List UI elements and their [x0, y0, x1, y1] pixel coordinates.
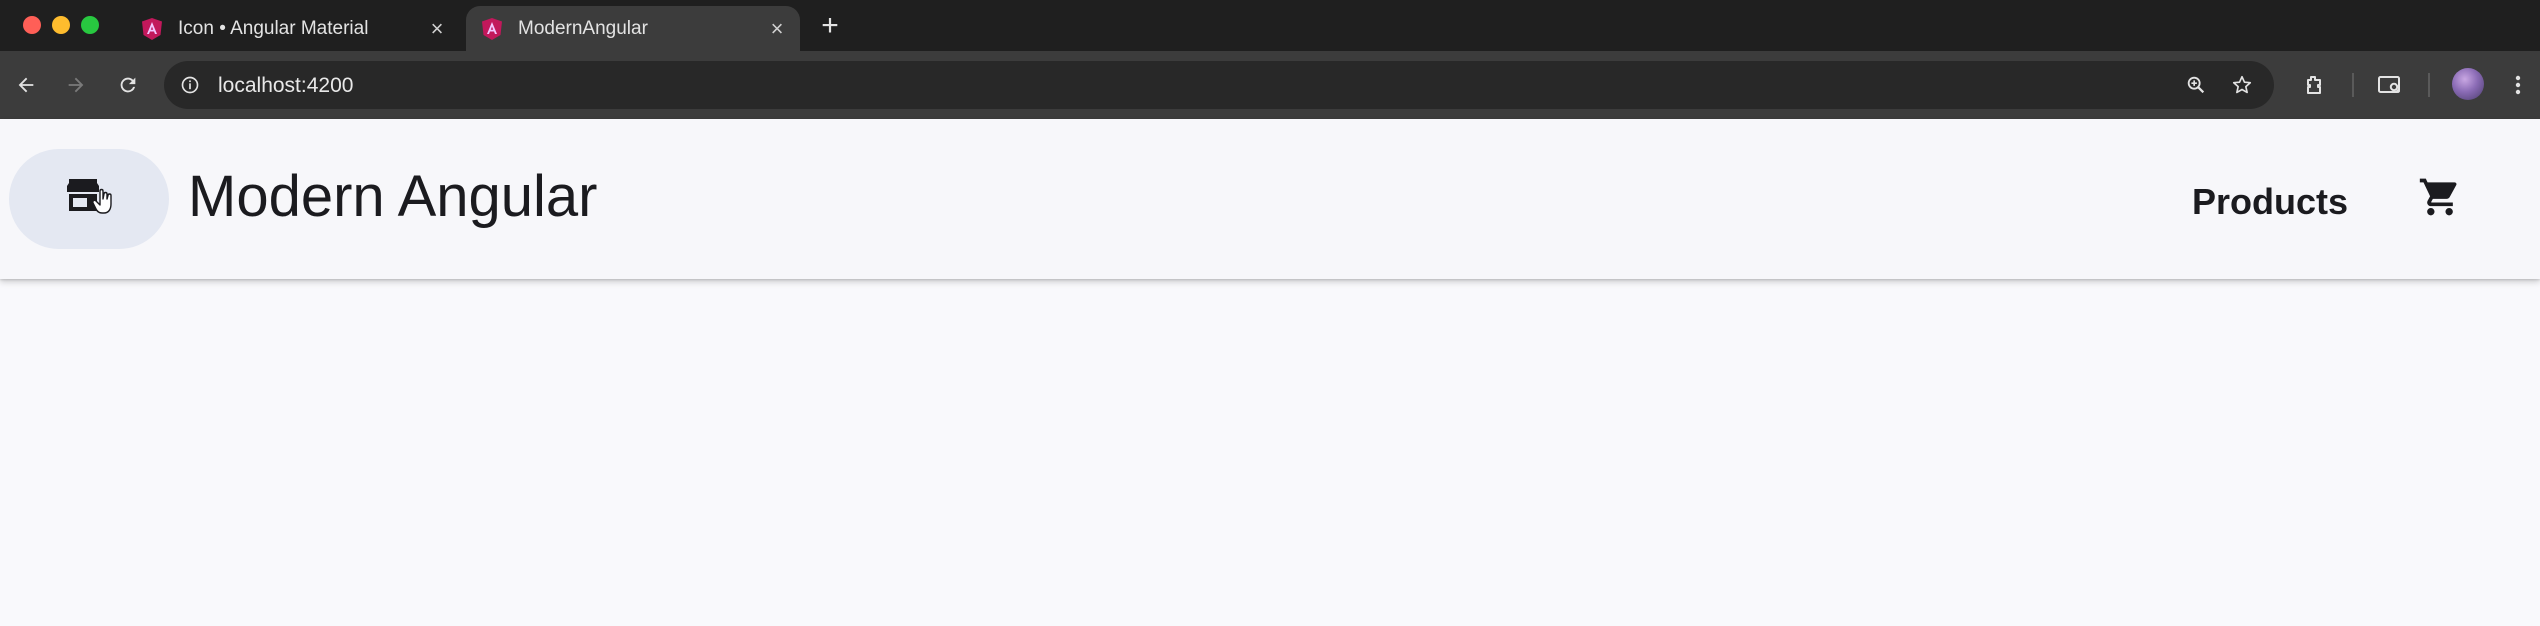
tab-title: Icon • Angular Material [178, 17, 369, 39]
browser-tabstrip: Icon • Angular Material × ModernAngular … [0, 0, 2540, 51]
url-text: localhost:4200 [218, 74, 354, 97]
menu-icon[interactable] [2500, 65, 2536, 105]
plus-icon[interactable]: + [812, 8, 848, 44]
star-icon[interactable] [2226, 69, 2258, 101]
forward-icon[interactable] [56, 65, 96, 105]
shopping-cart-icon [2418, 175, 2462, 224]
tab-modern-angular[interactable]: ModernAngular × [466, 6, 800, 51]
angular-icon [140, 17, 164, 41]
address-bar[interactable]: localhost:4200 [164, 61, 2274, 109]
tab-angular-material[interactable]: Icon • Angular Material × [126, 6, 460, 51]
page-content: Modern Angular Products [0, 119, 2540, 626]
close-icon[interactable]: × [422, 14, 452, 44]
home-button[interactable] [9, 149, 169, 249]
storefront-icon [64, 177, 114, 222]
reload-icon[interactable] [108, 65, 148, 105]
cart-button[interactable] [2414, 173, 2466, 225]
app-title: Modern Angular [188, 164, 598, 229]
zoom-icon[interactable] [2180, 69, 2212, 101]
tab-title: ModernAngular [518, 17, 648, 39]
angular-icon [480, 17, 504, 41]
minimize-window-button[interactable] [52, 16, 70, 34]
close-icon[interactable]: × [762, 14, 792, 44]
extensions-icon[interactable] [2294, 65, 2334, 105]
app-toolbar: Modern Angular Products [0, 119, 2540, 279]
info-icon[interactable] [174, 69, 206, 101]
profile-avatar[interactable] [2452, 68, 2484, 100]
tab-search-icon[interactable] [2370, 65, 2410, 105]
browser-toolbar: localhost:4200 [0, 51, 2540, 119]
maximize-window-button[interactable] [81, 16, 99, 34]
products-link[interactable]: Products [2192, 181, 2348, 223]
toolbar-divider [2352, 73, 2354, 97]
close-window-button[interactable] [23, 16, 41, 34]
toolbar-divider [2428, 73, 2430, 97]
back-icon[interactable] [6, 65, 46, 105]
